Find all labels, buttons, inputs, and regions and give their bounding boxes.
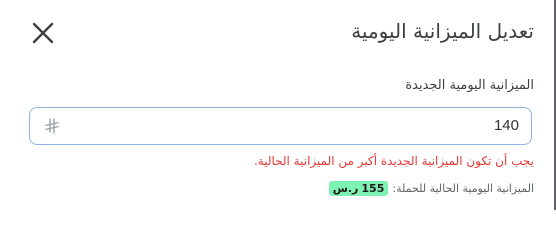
close-button[interactable] <box>30 20 56 46</box>
budget-input-box[interactable] <box>29 107 532 145</box>
edit-daily-budget-dialog: تعديل الميزانية اليومية الميزانية اليومي… <box>0 0 554 210</box>
current-budget-row: الميزانية اليومية الحالية للحملة: 155 ر.… <box>328 181 534 196</box>
saudi-riyal-icon <box>45 118 59 134</box>
close-icon <box>32 22 54 44</box>
budget-input[interactable] <box>79 108 519 143</box>
current-budget-currency: ر.س <box>332 182 359 195</box>
budget-field-label: الميزانية اليومية الجديدة <box>405 78 534 93</box>
current-budget-amount: 155 <box>361 182 385 195</box>
current-budget-label: الميزانية اليومية الحالية للحملة: <box>392 182 534 195</box>
current-budget-badge: 155 ر.س <box>328 181 389 196</box>
budget-error-message: يجب أن تكون الميزانية الجديدة أكبر من ال… <box>253 154 534 168</box>
dialog-title: تعديل الميزانية اليومية <box>351 19 534 43</box>
